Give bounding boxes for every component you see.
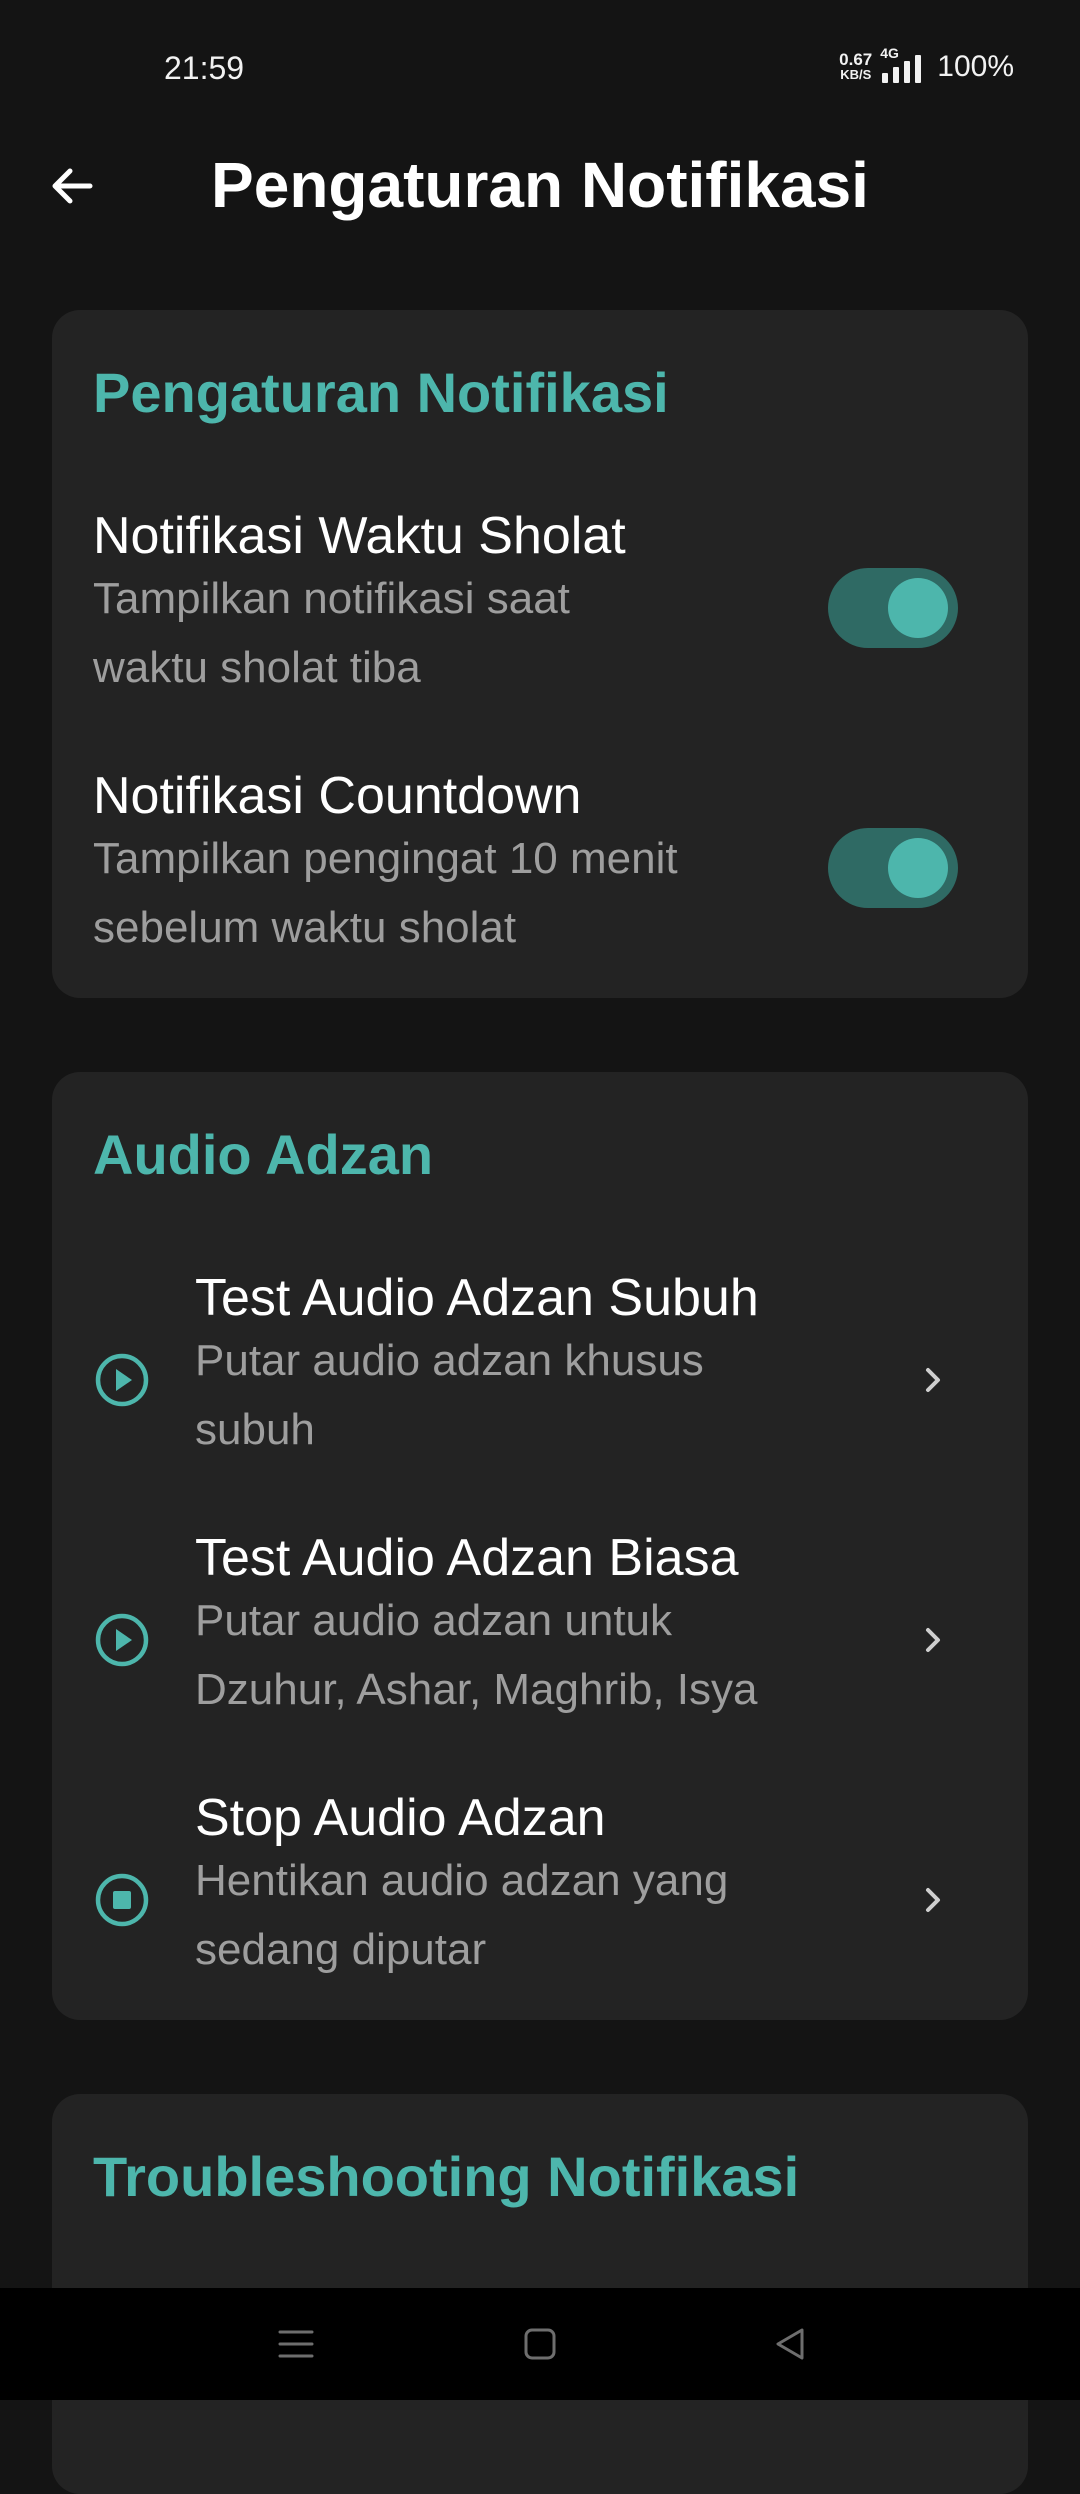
row-title: Notifikasi Countdown xyxy=(93,767,582,825)
chevron-right-icon xyxy=(926,1368,940,1392)
row-title: Notifikasi Waktu Sholat xyxy=(93,507,626,565)
battery-level: 100% xyxy=(937,50,1014,83)
chevron-right-icon xyxy=(926,1628,940,1652)
row-subtitle-line: Putar audio adzan khusus xyxy=(195,1336,704,1385)
card-title: Pengaturan Notifikasi xyxy=(93,361,669,424)
countdown-notification-row[interactable]: Notifikasi Countdown Tampilkan pengingat… xyxy=(52,766,1028,986)
chevron-right-icon xyxy=(926,1888,940,1912)
row-subtitle-line: Tampilkan pengingat 10 menit xyxy=(93,834,678,883)
row-subtitle: Hentikan audio adzan yang sedang diputar xyxy=(195,1846,728,1984)
row-subtitle: Putar audio adzan khusus subuh xyxy=(195,1326,704,1464)
test-adzan-subuh-item[interactable]: Test Audio Adzan Subuh Putar audio adzan… xyxy=(52,1268,1028,1518)
network-type: 4G xyxy=(880,45,899,61)
network-speed-value: 0.67 xyxy=(839,50,873,69)
stop-circle-icon xyxy=(95,1873,149,1927)
row-subtitle-line: sebelum waktu sholat xyxy=(93,903,517,952)
stop-adzan-item[interactable]: Stop Audio Adzan Hentikan audio adzan ya… xyxy=(52,1788,1028,2018)
network-speed: 0.67 KB/S xyxy=(839,50,873,82)
row-subtitle: Tampilkan notifikasi saat waktu sholat t… xyxy=(93,564,570,702)
row-subtitle: Putar audio adzan untuk Dzuhur, Ashar, M… xyxy=(195,1586,758,1724)
row-title: Test Audio Adzan Biasa xyxy=(195,1529,739,1587)
row-subtitle-line: waktu sholat tiba xyxy=(93,643,421,692)
prayer-time-notification-toggle[interactable] xyxy=(828,568,958,648)
home-icon[interactable] xyxy=(518,2322,562,2366)
row-subtitle-line: Dzuhur, Ashar, Maghrib, Isya xyxy=(195,1665,758,1714)
network-speed-unit: KB/S xyxy=(840,67,872,82)
prayer-time-notification-row[interactable]: Notifikasi Waktu Sholat Tampilkan notifi… xyxy=(52,506,1028,756)
card-title: Troubleshooting Notifikasi xyxy=(93,2145,800,2208)
signal-icon: 4G xyxy=(880,45,922,83)
row-title: Test Audio Adzan Subuh xyxy=(195,1269,759,1327)
row-subtitle-line: sedang diputar xyxy=(195,1925,487,1974)
row-subtitle-line: Hentikan audio adzan yang xyxy=(195,1856,729,1905)
notification-settings-card: Pengaturan Notifikasi Notifikasi Waktu S… xyxy=(52,310,1028,998)
status-icons: 0.67 KB/S 4G 100% xyxy=(839,45,1014,84)
card-title: Audio Adzan xyxy=(93,1123,434,1186)
row-title: Stop Audio Adzan xyxy=(195,1789,606,1847)
play-circle-icon xyxy=(95,1353,149,1407)
app-bar: Pengaturan Notifikasi xyxy=(0,140,1080,232)
row-subtitle-line: subuh xyxy=(195,1405,315,1454)
row-subtitle-line: Putar audio adzan untuk xyxy=(195,1596,673,1645)
page-title: Pengaturan Notifikasi xyxy=(211,149,869,221)
menu-icon[interactable] xyxy=(274,2322,318,2366)
row-subtitle-line: Tampilkan notifikasi saat xyxy=(93,574,570,623)
test-adzan-biasa-item[interactable]: Test Audio Adzan Biasa Putar audio adzan… xyxy=(52,1528,1028,1778)
countdown-notification-toggle[interactable] xyxy=(828,828,958,908)
status-time: 21:59 xyxy=(164,50,245,86)
row-subtitle: Tampilkan pengingat 10 menit sebelum wak… xyxy=(93,824,678,962)
audio-adzan-card: Audio Adzan Test Audio Adzan Subuh Putar… xyxy=(52,1072,1028,2020)
play-circle-icon xyxy=(95,1613,149,1667)
back-triangle-icon[interactable] xyxy=(768,2322,812,2366)
status-bar: 21:59 0.67 KB/S 4G 100% xyxy=(0,0,1080,140)
system-navigation-bar xyxy=(0,2288,1080,2400)
